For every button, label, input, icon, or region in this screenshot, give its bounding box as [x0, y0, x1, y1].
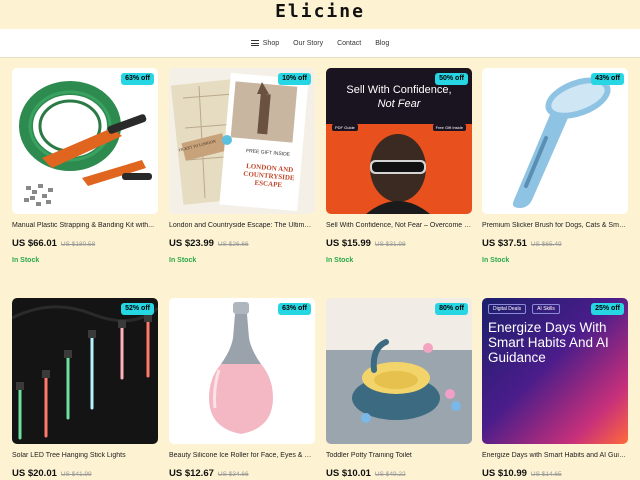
- product-title[interactable]: Solar LED Tree Hanging Stick Lights: [12, 452, 158, 459]
- product-old-price: US $65.49: [530, 241, 562, 248]
- price-row: US $10.99 US $14.65: [482, 468, 562, 479]
- menu-icon: [250, 40, 259, 46]
- stock-status: In Stock: [482, 257, 510, 264]
- product-price: US $10.99: [482, 468, 527, 479]
- discount-badge: 63% off: [121, 73, 154, 85]
- cover-tab: AI Skills: [532, 304, 560, 314]
- product-old-price: US $26.66: [217, 241, 249, 248]
- stock-status: In Stock: [12, 257, 40, 264]
- discount-badge: 63% off: [278, 303, 311, 315]
- product-image[interactable]: Sell With Confidence, Not Fear PDF Guide…: [326, 68, 472, 214]
- discount-badge: 25% off: [591, 303, 624, 315]
- price-row: US $37.51 US $65.49: [482, 238, 562, 249]
- price-row: US $66.01 US $180.58: [12, 238, 95, 249]
- nav-blog[interactable]: Blog: [375, 40, 389, 47]
- product-title[interactable]: Toddler Potty Training Toilet: [326, 452, 472, 459]
- discount-badge: 52% off: [121, 303, 154, 315]
- product-old-price: US $49.22: [374, 471, 406, 478]
- discount-badge: 43% off: [591, 73, 624, 85]
- price-row: US $12.67 US $34.66: [169, 468, 249, 479]
- main-nav: Shop Our Story Contact Blog: [0, 29, 640, 57]
- discount-badge: 50% off: [435, 73, 468, 85]
- nav-our-story-label: Our Story: [293, 39, 324, 47]
- brand-bar: Elicine: [0, 0, 640, 28]
- product-price: US $10.01: [326, 468, 371, 479]
- cover-tab: Digital Deals: [488, 304, 527, 314]
- product-title[interactable]: Beauty Silicone Ice Roller for Face, Eye…: [169, 452, 315, 459]
- price-row: US $15.99 US $31.98: [326, 238, 406, 249]
- nav-contact-label: Contact: [337, 39, 362, 47]
- product-title[interactable]: Sell With Confidence, Not Fear – Overcom…: [326, 222, 472, 229]
- product-old-price: US $180.58: [60, 241, 96, 248]
- nav-contact[interactable]: Contact: [337, 40, 361, 47]
- product-image[interactable]: 52% off: [12, 298, 158, 444]
- product-title[interactable]: Manual Plastic Strapping & Banding Kit w…: [12, 222, 158, 229]
- product-old-price: US $41.99: [60, 471, 92, 478]
- product-image[interactable]: 80% off: [326, 298, 472, 444]
- product-price: US $37.51: [482, 238, 527, 249]
- product-price: US $23.99: [169, 238, 214, 249]
- nav-shop[interactable]: Shop: [250, 39, 280, 47]
- discount-badge: 80% off: [435, 303, 468, 315]
- product-old-price: US $14.65: [530, 471, 562, 478]
- product-price: US $20.01: [12, 468, 57, 479]
- product-title[interactable]: London and Countryside Escape: The Ultim…: [169, 222, 315, 229]
- product-title[interactable]: Premium Slicker Brush for Dogs, Cats & S…: [482, 222, 628, 229]
- price-row: US $20.01 US $41.99: [12, 468, 92, 479]
- nav-our-story[interactable]: Our Story: [293, 40, 323, 47]
- stock-status: In Stock: [326, 257, 354, 264]
- cover-title: LONDON AND COUNTRYSIDE ESCAPE: [242, 161, 296, 190]
- cover-headline: Energize Days With Smart Habits And AI G…: [488, 320, 609, 365]
- stock-status: In Stock: [169, 257, 197, 264]
- price-row: US $10.01 US $49.22: [326, 468, 406, 479]
- nav-blog-label: Blog: [375, 39, 390, 47]
- product-price: US $66.01: [12, 238, 57, 249]
- product-image[interactable]: TICKET TO LONDON FREE GIFT INSIDE LONDON…: [169, 68, 315, 214]
- product-price: US $15.99: [326, 238, 371, 249]
- product-price: US $12.67: [169, 468, 214, 479]
- product-image[interactable]: Digital Deals AI Skills Energize Days Wi…: [482, 298, 628, 444]
- product-title[interactable]: Energize Days with Smart Habits and AI G…: [482, 452, 628, 459]
- product-old-price: US $34.66: [217, 471, 249, 478]
- discount-badge: 10% off: [278, 73, 311, 85]
- product-image[interactable]: 63% off: [169, 298, 315, 444]
- nav-shop-label: Shop: [262, 39, 280, 47]
- product-old-price: US $31.98: [374, 241, 406, 248]
- cover-tabs: Digital Deals AI Skills: [488, 304, 560, 314]
- product-image[interactable]: 63% off: [12, 68, 158, 214]
- brand-logo[interactable]: Elicine: [0, 0, 640, 24]
- price-row: US $23.99 US $26.66: [169, 238, 249, 249]
- product-image[interactable]: 43% off: [482, 68, 628, 214]
